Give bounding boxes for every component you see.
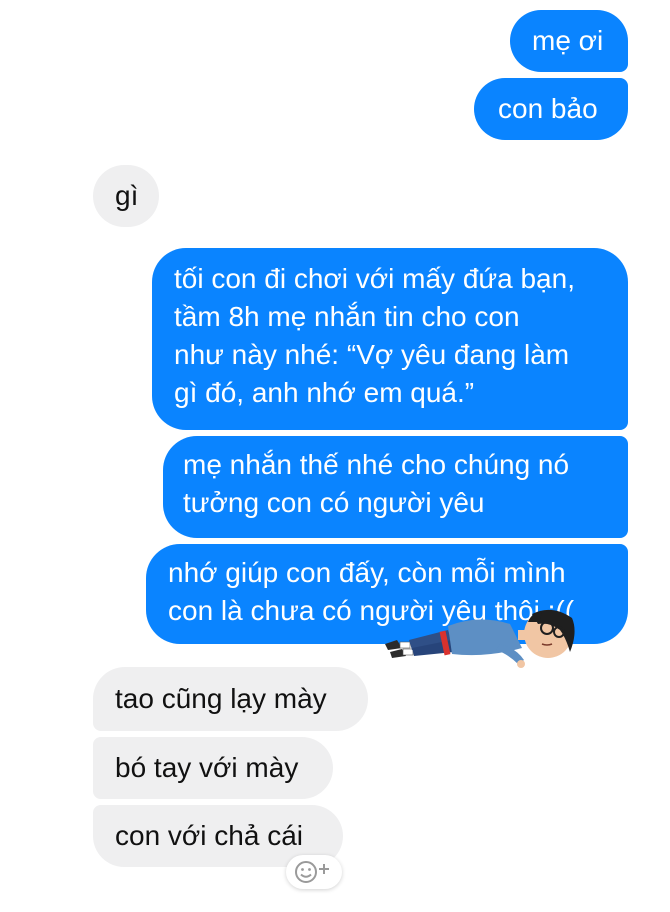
message-text: mẹ ơi xyxy=(532,25,604,56)
message-text-line: mẹ nhắn thế nhé cho chúng nó xyxy=(183,449,570,480)
cartoon-person-lying-sticker xyxy=(385,609,575,668)
message-text: bó tay với mày xyxy=(115,752,299,783)
message-bubble-incoming[interactable]: tao cũng lạy mày xyxy=(93,667,368,731)
message-text-line: tầm 8h mẹ nhắn tin cho con xyxy=(174,301,520,332)
message-bubble-incoming[interactable]: bó tay với mày xyxy=(93,737,333,799)
message-bubble-incoming[interactable]: gì xyxy=(93,165,159,227)
message-text-line: tối con đi chơi với mấy đứa bạn, xyxy=(174,263,575,294)
add-reaction-button[interactable] xyxy=(286,855,342,889)
message-text-line: nhớ giúp con đấy, còn mỗi mình xyxy=(168,557,566,588)
message-bubble-outgoing[interactable]: tối con đi chơi với mấy đứa bạn, tầm 8h … xyxy=(152,248,628,430)
message-text: con với chả cái xyxy=(115,820,304,851)
message-bubble-outgoing[interactable]: con bảo xyxy=(474,78,628,140)
message-text: gì xyxy=(115,180,139,211)
message-text: tao cũng lạy mày xyxy=(115,683,327,714)
message-text: con bảo xyxy=(498,93,598,124)
message-text-line: gì đó, anh nhớ em quá.” xyxy=(174,377,475,408)
message-bubble-outgoing[interactable]: mẹ nhắn thế nhé cho chúng nó tưởng con c… xyxy=(163,436,628,538)
message-text-line: tưởng con có người yêu xyxy=(183,487,485,518)
message-bubble-outgoing[interactable]: mẹ ơi xyxy=(510,10,628,72)
message-text-line: như này nhé: “Vợ yêu đang làm xyxy=(174,339,570,370)
add-reaction-smiley-icon xyxy=(295,861,329,883)
